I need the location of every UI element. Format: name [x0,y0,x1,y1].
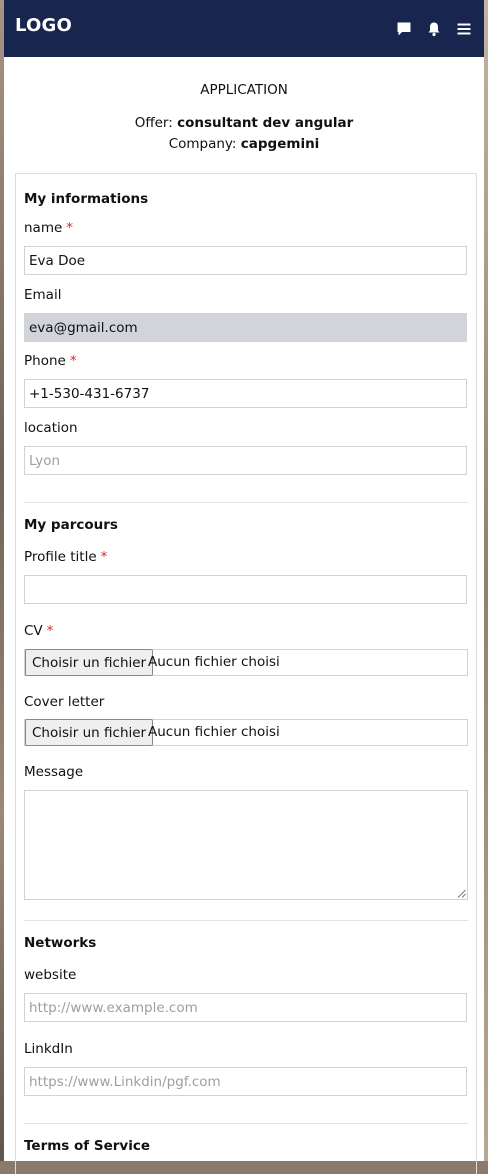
cv-label-text: CV [24,623,43,639]
location-input[interactable] [24,446,467,475]
offer-line: Offer: consultant dev angular [4,115,484,131]
logo[interactable]: LOGO [15,15,72,36]
required-marker: * [66,220,74,236]
section-title-terms-of-service: Terms of Service [24,1138,151,1154]
linkedin-label: LinkdIn [24,1041,73,1057]
email-label: Email [24,287,62,303]
cover-letter-file-input[interactable]: Choisir un fichier Aucun fichier choisi [24,719,468,746]
message-label: Message [24,764,84,780]
required-marker: * [46,623,54,639]
profile-title-label-text: Profile title [24,549,97,565]
application-form: My informations name* Email Phone* locat… [15,173,477,1174]
message-textarea[interactable] [24,790,468,900]
linkedin-input[interactable] [24,1067,467,1096]
name-input[interactable] [24,246,467,275]
section-title-my-informations: My informations [24,191,149,207]
cv-file-input[interactable]: Choisir un fichier Aucun fichier choisi [24,649,468,676]
website-input[interactable] [24,993,467,1022]
page-title: APPLICATION [200,82,288,98]
cv-file-status: Aucun fichier choisi [148,654,280,670]
profile-title-input[interactable] [24,575,467,604]
website-label: website [24,967,77,983]
profile-title-label: Profile title * [24,549,107,565]
cover-letter-file-status: Aucun fichier choisi [148,724,280,740]
phone-label: Phone * [24,353,77,369]
section-title-networks: Networks [24,935,97,951]
bell-icon[interactable] [426,21,442,37]
menu-icon[interactable] [456,21,472,37]
cv-choose-file-button[interactable]: Choisir un fichier [25,649,154,676]
top-navbar: LOGO [4,0,484,57]
cover-letter-label: Cover letter [24,694,105,710]
resize-grip-icon[interactable] [457,889,466,898]
chat-icon[interactable] [396,21,412,37]
cv-label: CV * [24,623,53,639]
page: LOGO APPLICATION Offer: consultant dev a… [4,0,484,1174]
offer-label: Offer: [134,115,173,131]
email-input [24,313,467,342]
required-marker: * [69,353,77,369]
phone-label-text: Phone [24,353,66,369]
section-divider [24,1123,468,1124]
name-label-text: name [24,220,63,236]
required-marker: * [100,549,108,565]
section-divider [24,920,468,921]
background-right-edge [484,0,488,1161]
company-value: capgemini [240,136,320,152]
name-label: name * [24,220,73,236]
company-line: Company: capgemini [4,136,484,152]
section-title-my-parcours: My parcours [24,517,118,533]
company-label: Company: [168,136,237,152]
location-label: location [24,420,78,436]
offer-value: consultant dev angular [177,115,354,131]
section-divider [24,502,468,503]
phone-input[interactable] [24,379,467,408]
cover-letter-choose-file-button[interactable]: Choisir un fichier [25,719,154,746]
